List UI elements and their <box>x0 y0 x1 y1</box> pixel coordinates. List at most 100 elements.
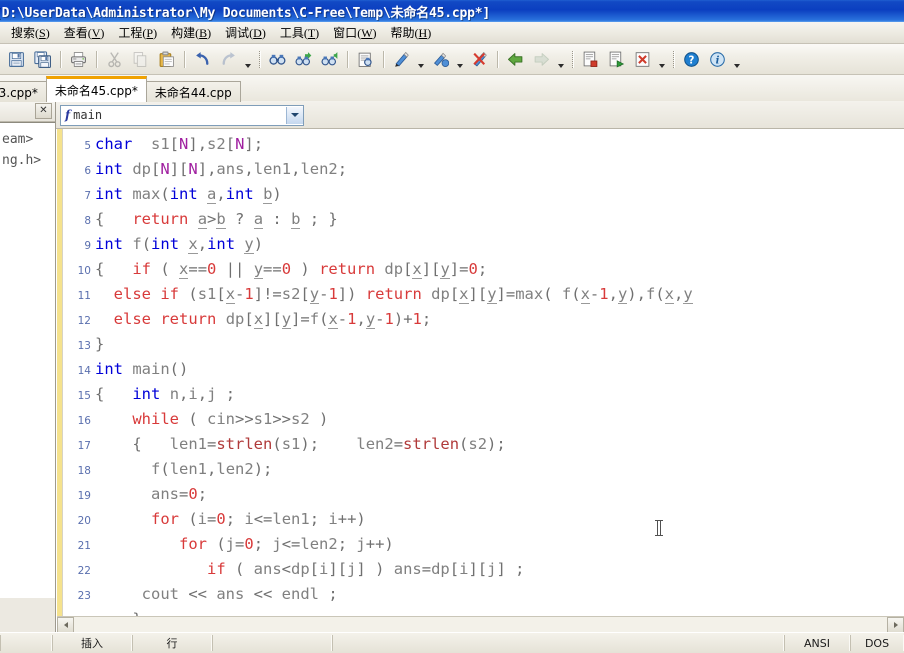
code-token: while <box>132 410 179 428</box>
menu-item-accelerator: (D) <box>249 25 266 40</box>
find-previous-icon[interactable] <box>317 47 342 72</box>
code-token: , <box>197 135 208 153</box>
build-run-icon[interactable] <box>604 47 629 72</box>
code-line[interactable]: 22 if ( ans<dp[i][j] ) ans=dp[i][j] ; <box>57 557 904 582</box>
status-column-indicator <box>212 635 332 651</box>
code-line[interactable]: 18 f(len1,len2); <box>57 457 904 482</box>
menu-item-w[interactable]: 窗口(W) <box>326 22 383 44</box>
code-token: max <box>132 185 161 203</box>
menu-item-b[interactable]: 构建(B) <box>164 22 218 44</box>
code-token: if <box>160 285 180 303</box>
line-number: 15 <box>77 390 91 402</box>
code-token: return <box>365 285 422 303</box>
code-line[interactable]: 6 int dp[N][N],ans,len1,len2; <box>57 157 904 182</box>
close-icon[interactable]: ✕ <box>35 103 52 119</box>
menu-item-s[interactable]: 搜索(S) <box>4 22 57 44</box>
code-token: int <box>132 385 161 403</box>
copy-icon[interactable] <box>128 47 153 72</box>
print-icon[interactable] <box>66 47 91 72</box>
help-dropdown-arrow[interactable] <box>731 45 742 74</box>
code-line[interactable]: 23 cout << ans << endl ; <box>57 582 904 607</box>
code-token: y <box>253 260 264 279</box>
code-line[interactable]: 14 int main() <box>57 357 904 382</box>
chevron-down-icon[interactable] <box>286 106 303 124</box>
horizontal-scrollbar[interactable] <box>57 616 904 632</box>
save-all-icon[interactable] <box>30 47 55 72</box>
find-icon[interactable] <box>265 47 290 72</box>
code-line[interactable]: 16 while ( cin>>s1>>s2 ) <box>57 407 904 432</box>
code-token: ; <box>318 585 338 603</box>
replace-icon[interactable] <box>353 47 378 72</box>
navigate-forward-icon[interactable] <box>529 47 554 72</box>
undo-icon[interactable] <box>190 47 215 72</box>
code-token: len2 <box>300 535 338 553</box>
code-line[interactable]: 5 char s1[N],s2[N]; <box>57 132 904 157</box>
code-line[interactable]: 8{ return a>b ? a : b ; } <box>57 207 904 232</box>
code-lines-container[interactable]: 5 char s1[N],s2[N]; 6 int dp[N][N],ans,len1… <box>57 129 904 616</box>
code-line[interactable]: 7 int max(int a,int b) <box>57 182 904 207</box>
clipped-code-line: eam> <box>2 132 34 147</box>
menu-item-d[interactable]: 调试(D) <box>218 22 273 44</box>
code-token: dp <box>384 260 404 278</box>
code-line[interactable]: 10{ if ( x==0 || y==0 ) return dp[x][y]=… <box>57 257 904 282</box>
clear-bookmarks-icon[interactable] <box>467 47 492 72</box>
code-line[interactable]: 15{ int n,i,j ; <box>57 382 904 407</box>
code-token: len1 <box>272 510 310 528</box>
next-bookmark-icon[interactable] <box>428 47 453 72</box>
navigate-back-icon[interactable] <box>503 47 528 72</box>
code-line[interactable]: 24 } <box>57 607 904 616</box>
navigate-dropdown-arrow[interactable] <box>555 45 566 74</box>
menu-item-t[interactable]: 工具(T) <box>273 22 326 44</box>
paste-icon[interactable] <box>154 47 179 72</box>
build-dropdown-arrow[interactable] <box>656 45 667 74</box>
code-line[interactable]: 20 for (i=0; i<=len1; i++) <box>57 507 904 532</box>
code-line[interactable]: 9 int f(int x,int y) <box>57 232 904 257</box>
code-token: ; <box>337 160 348 178</box>
code-line[interactable]: 13} <box>57 332 904 357</box>
code-editor[interactable]: 5 char s1[N],s2[N]; 6 int dp[N][N],ans,len1… <box>56 129 904 632</box>
save-icon[interactable] <box>4 47 29 72</box>
code-line[interactable]: 11 else if (s1[x-1]!=s2[y-1]) return dp[… <box>57 282 904 307</box>
help-icon[interactable]: ? <box>679 47 704 72</box>
left-panel-footer <box>0 598 55 632</box>
code-token: j <box>225 535 236 553</box>
code-token: dp <box>291 560 310 578</box>
next-bookmark-dropdown-arrow[interactable] <box>454 45 465 74</box>
redo-icon[interactable] <box>216 47 241 72</box>
editor-tab[interactable]: 名43.cpp* <box>0 81 47 102</box>
scroll-left-button[interactable] <box>57 616 74 632</box>
code-token: , <box>179 385 189 403</box>
menu-item-v[interactable]: 查看(V) <box>57 22 112 44</box>
toggle-bookmark-icon[interactable] <box>389 47 414 72</box>
code-token: ans <box>216 585 245 603</box>
about-icon[interactable]: i <box>705 47 730 72</box>
scrollbar-track[interactable] <box>74 617 887 632</box>
editor-tab[interactable]: 未命名44.cpp <box>145 81 241 102</box>
code-token: ( <box>179 410 207 428</box>
line-number: 18 <box>77 465 91 477</box>
code-line[interactable]: 17 { len1=strlen(s1); len2=strlen(s2); <box>57 432 904 457</box>
function-combo-box[interactable]: f main <box>60 104 304 126</box>
code-token: ; <box>309 510 329 528</box>
redo-dropdown-arrow[interactable] <box>242 45 253 74</box>
code-token: ] <box>328 560 338 578</box>
bookmark-dropdown-arrow[interactable] <box>415 45 426 74</box>
menu-item-h[interactable]: 帮助(H) <box>384 22 439 44</box>
scroll-right-button[interactable] <box>887 616 904 632</box>
code-token: ( <box>141 235 152 253</box>
code-line[interactable]: 19 ans=0; <box>57 482 904 507</box>
code-token: int <box>225 185 254 203</box>
compile-icon[interactable] <box>578 47 603 72</box>
code-token: j <box>272 535 282 553</box>
code-line[interactable]: 21 for (j=0; j<=len2; j++) <box>57 532 904 557</box>
code-token: N <box>235 135 245 153</box>
svg-text:?: ? <box>689 55 695 66</box>
find-next-icon[interactable] <box>291 47 316 72</box>
editor-tab-active[interactable]: 未命名45.cpp* <box>45 76 147 102</box>
code-line[interactable]: 12 else return dp[x][y]=f(x-1,y-1)+1; <box>57 307 904 332</box>
stop-build-icon[interactable] <box>630 47 655 72</box>
cut-icon[interactable] <box>102 47 127 72</box>
menu-item-p[interactable]: 工程(P) <box>111 22 164 44</box>
code-token: ] <box>468 560 478 578</box>
